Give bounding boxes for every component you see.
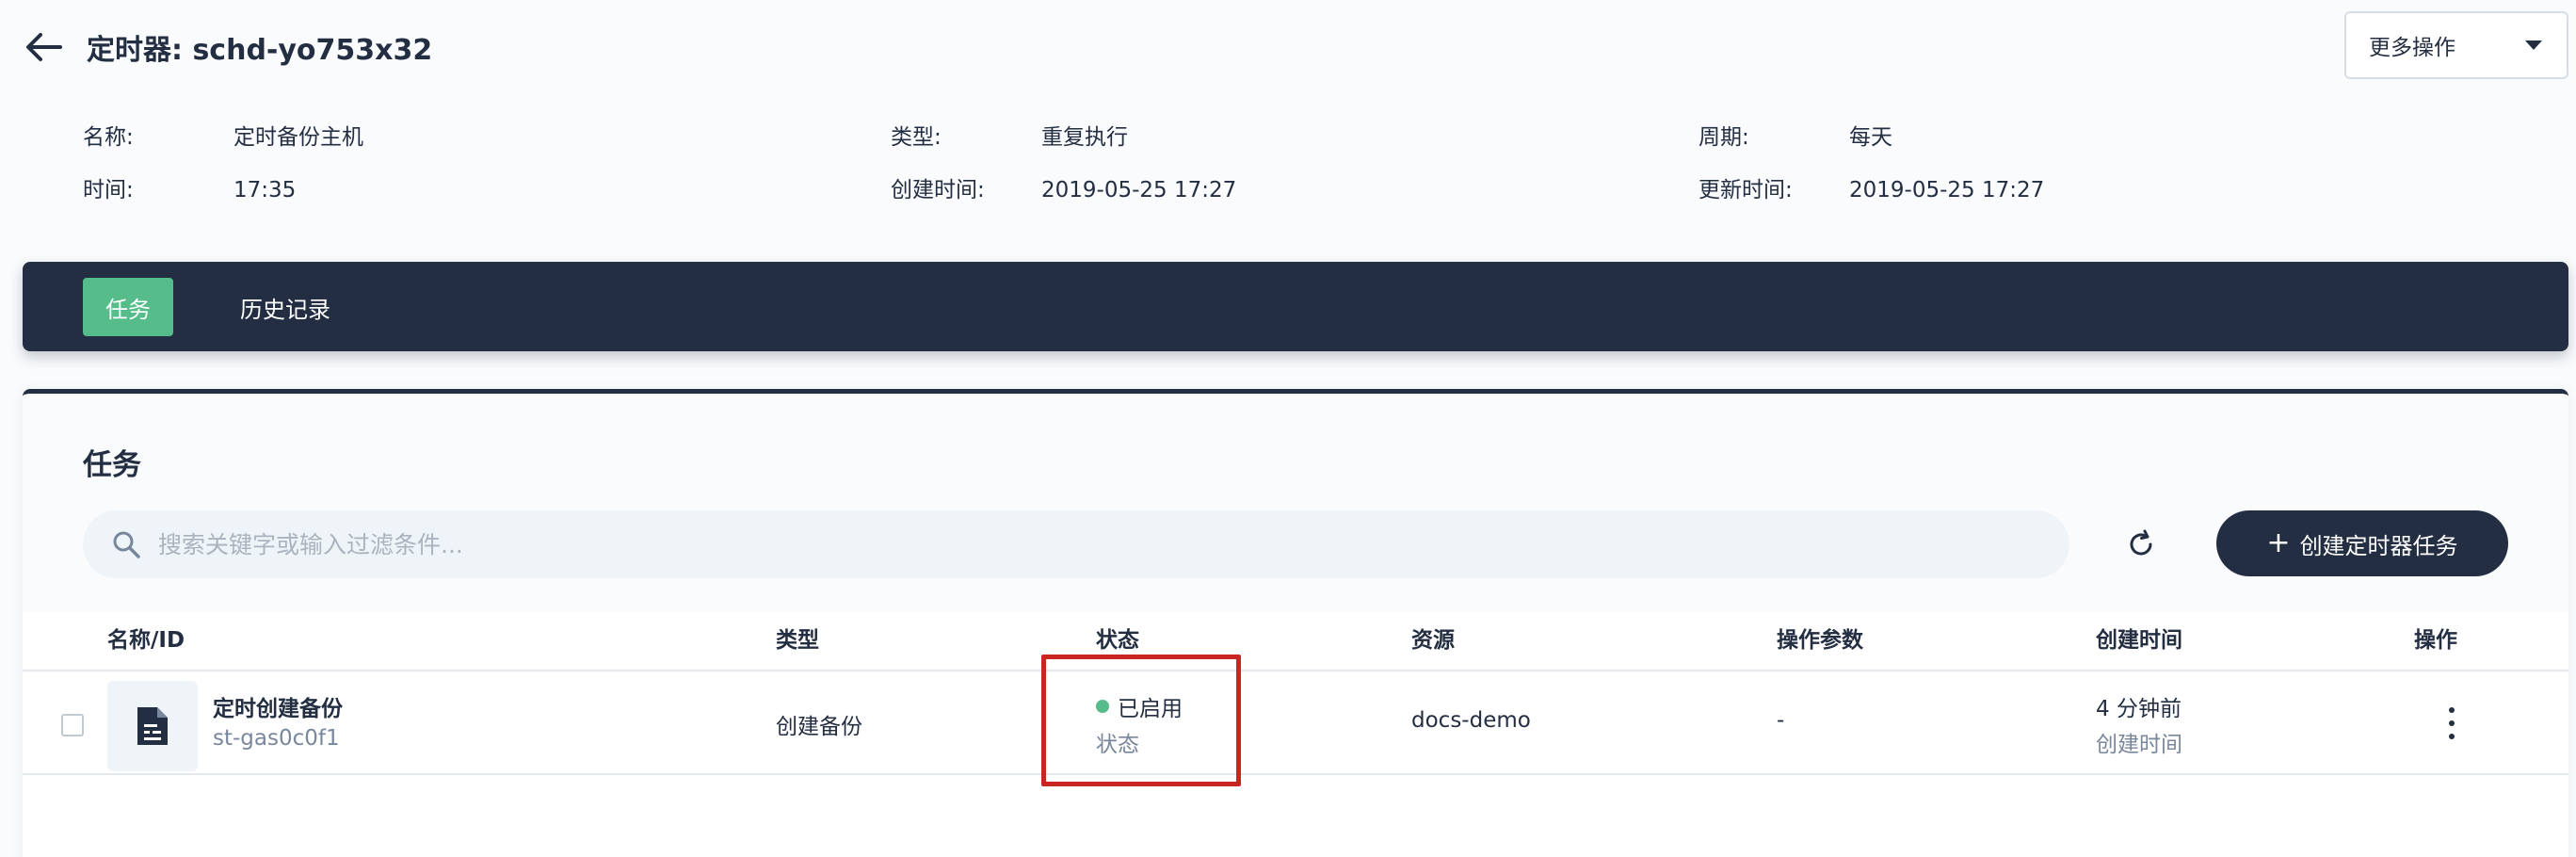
page: 定时器: schd-yo753x32 更多操作 名称: 定时备份主机 类型: 重…: [0, 0, 2576, 857]
info-type-label: 类型:: [891, 125, 942, 150]
chevron-down-icon: [2525, 40, 2542, 50]
task-created: 4 分钟前: [2096, 697, 2182, 721]
task-created-sub-label: 创建时间: [2096, 733, 2182, 757]
info-type-value: 重复执行: [1041, 125, 1128, 150]
col-header-type: 类型: [776, 628, 819, 653]
tasks-card: 任务 + 创建定时器任务 名称/ID 类型 状态 资源 操作参数 创建时间 操作: [23, 389, 2568, 857]
more-actions-label: 更多操作: [2369, 36, 2455, 60]
status-value: 已启用: [1118, 697, 1183, 721]
task-name[interactable]: 定时创建备份: [213, 690, 343, 722]
table-row[interactable]: 定时创建备份 st-gas0c0f1 创建备份 已启用 状态 docs-demo…: [23, 671, 2568, 775]
card-toolbar: [23, 394, 2568, 612]
row-checkbox[interactable]: [61, 714, 84, 736]
col-header-resource: 资源: [1411, 628, 1455, 653]
search-input[interactable]: [158, 530, 1947, 558]
backup-task-icon-wrap: [107, 681, 198, 771]
refresh-icon: [2130, 529, 2152, 556]
tab-history[interactable]: 历史记录: [217, 278, 354, 336]
kebab-dot: [2449, 734, 2455, 739]
row-actions-more-icon[interactable]: [2440, 707, 2463, 739]
info-period-label: 周期:: [1699, 125, 1749, 150]
info-time-value: 17:35: [233, 178, 297, 202]
info-created-value: 2019-05-25 17:27: [1041, 178, 1237, 202]
tab-tasks[interactable]: 任务: [83, 278, 173, 336]
task-resource: docs-demo: [1411, 708, 1531, 733]
col-header-params: 操作参数: [1777, 628, 1863, 653]
create-task-button[interactable]: + 创建定时器任务: [2216, 510, 2508, 576]
task-type: 创建备份: [776, 715, 862, 739]
search-bar[interactable]: [83, 510, 2069, 578]
status-sub-label: 状态: [1096, 733, 1139, 757]
document-icon: [137, 707, 168, 745]
more-actions-dropdown[interactable]: 更多操作: [2344, 11, 2568, 79]
info-name-label: 名称:: [83, 125, 134, 150]
kebab-dot: [2449, 707, 2455, 713]
task-id: st-gas0c0f1: [213, 726, 340, 751]
col-header-actions: 操作: [2414, 628, 2457, 653]
task-params: -: [1777, 708, 1785, 733]
col-header-status: 状态: [1096, 628, 1139, 653]
info-name-value: 定时备份主机: [233, 125, 363, 150]
info-updated-label: 更新时间:: [1699, 178, 1793, 202]
refresh-button[interactable]: [2118, 522, 2164, 567]
info-period-value: 每天: [1849, 125, 1892, 150]
card-title: 任务: [83, 448, 141, 482]
search-icon: [113, 531, 140, 558]
col-header-name: 名称/ID: [107, 628, 185, 653]
col-header-created: 创建时间: [2096, 628, 2182, 653]
info-updated-value: 2019-05-25 17:27: [1849, 178, 2045, 202]
tab-bar: 任务 历史记录: [23, 262, 2568, 351]
kebab-dot: [2449, 720, 2455, 726]
back-button[interactable]: [21, 24, 66, 70]
status-dot-icon: [1096, 700, 1109, 713]
plus-icon: +: [2266, 526, 2291, 559]
arrow-left-icon: [26, 33, 62, 61]
page-title: 定时器: schd-yo753x32: [87, 34, 433, 67]
create-task-label: 创建定时器任务: [2299, 532, 2458, 559]
info-created-label: 创建时间:: [891, 178, 985, 202]
info-time-label: 时间:: [83, 178, 134, 202]
